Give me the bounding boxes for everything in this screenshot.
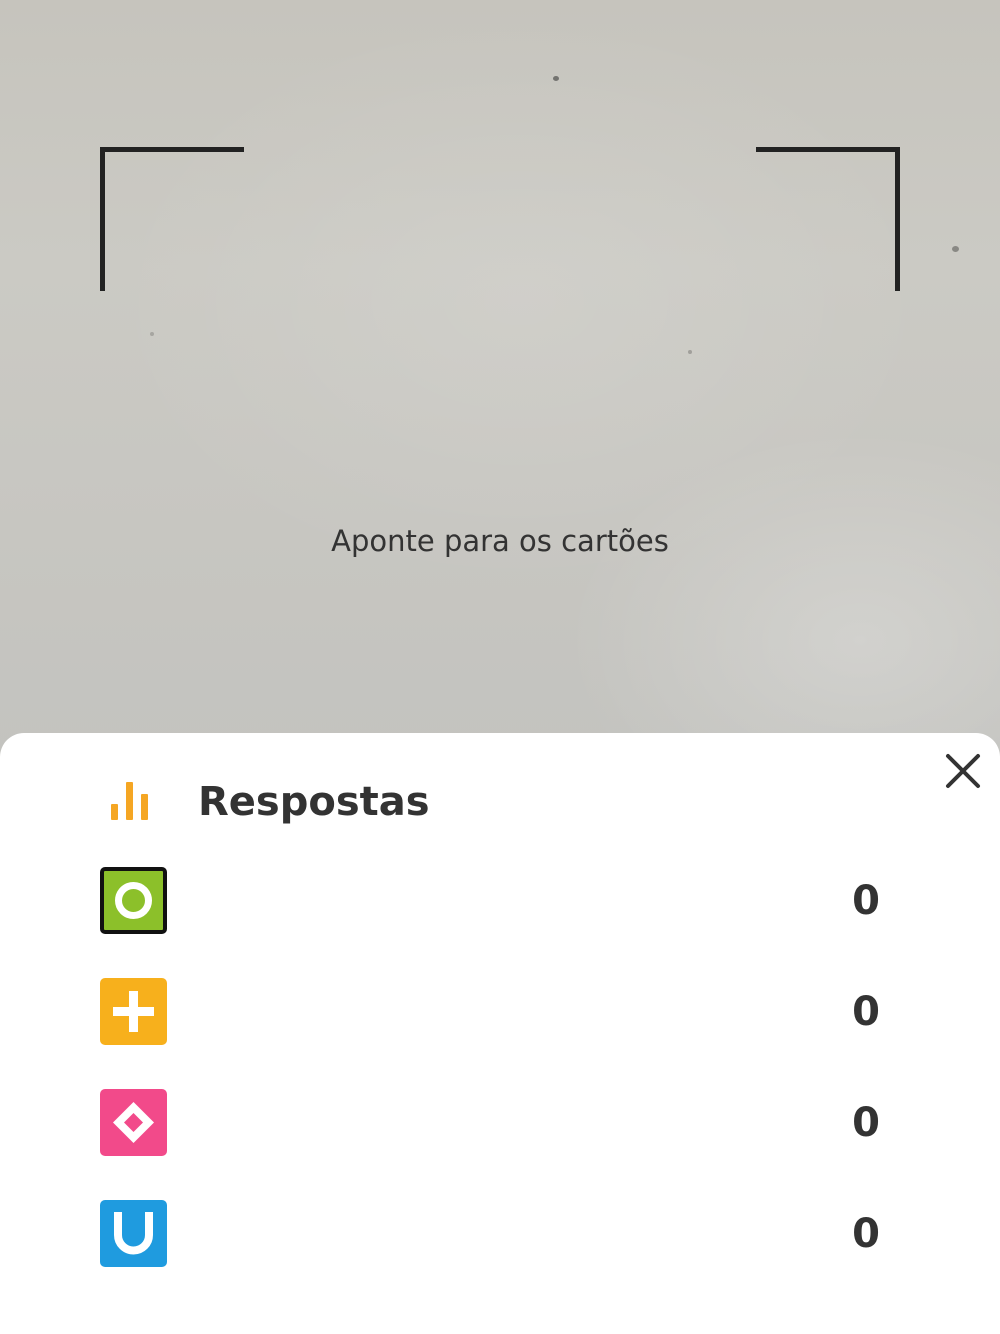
answer-count: 0 [852, 878, 880, 924]
answer-count: 0 [852, 1100, 880, 1146]
camera-speck [553, 76, 559, 81]
camera-speck [952, 246, 959, 252]
answer-row-u: 0 [0, 1200, 1000, 1268]
circle-icon [100, 867, 167, 934]
answers-title: Respostas [198, 779, 430, 825]
diamond-icon [100, 1089, 167, 1156]
camera-speck [150, 332, 154, 336]
answer-count: 0 [852, 989, 880, 1035]
close-icon [946, 754, 980, 788]
scan-frame-corner-top-right [756, 147, 900, 291]
answer-row-diamond: 0 [0, 1089, 1000, 1157]
scan-frame-corner-top-left [100, 147, 244, 291]
answer-count: 0 [852, 1211, 880, 1257]
close-button[interactable] [940, 748, 986, 794]
u-icon [100, 1200, 167, 1267]
camera-viewfinder: Aponte para os cartões [0, 0, 1000, 760]
scan-hint-text: Aponte para os cartões [331, 524, 669, 558]
camera-speck [688, 350, 692, 354]
bar-chart-icon [110, 778, 150, 822]
answer-row-plus: 0 [0, 978, 1000, 1046]
plus-icon [100, 978, 167, 1045]
answer-row-circle: 0 [0, 867, 1000, 935]
